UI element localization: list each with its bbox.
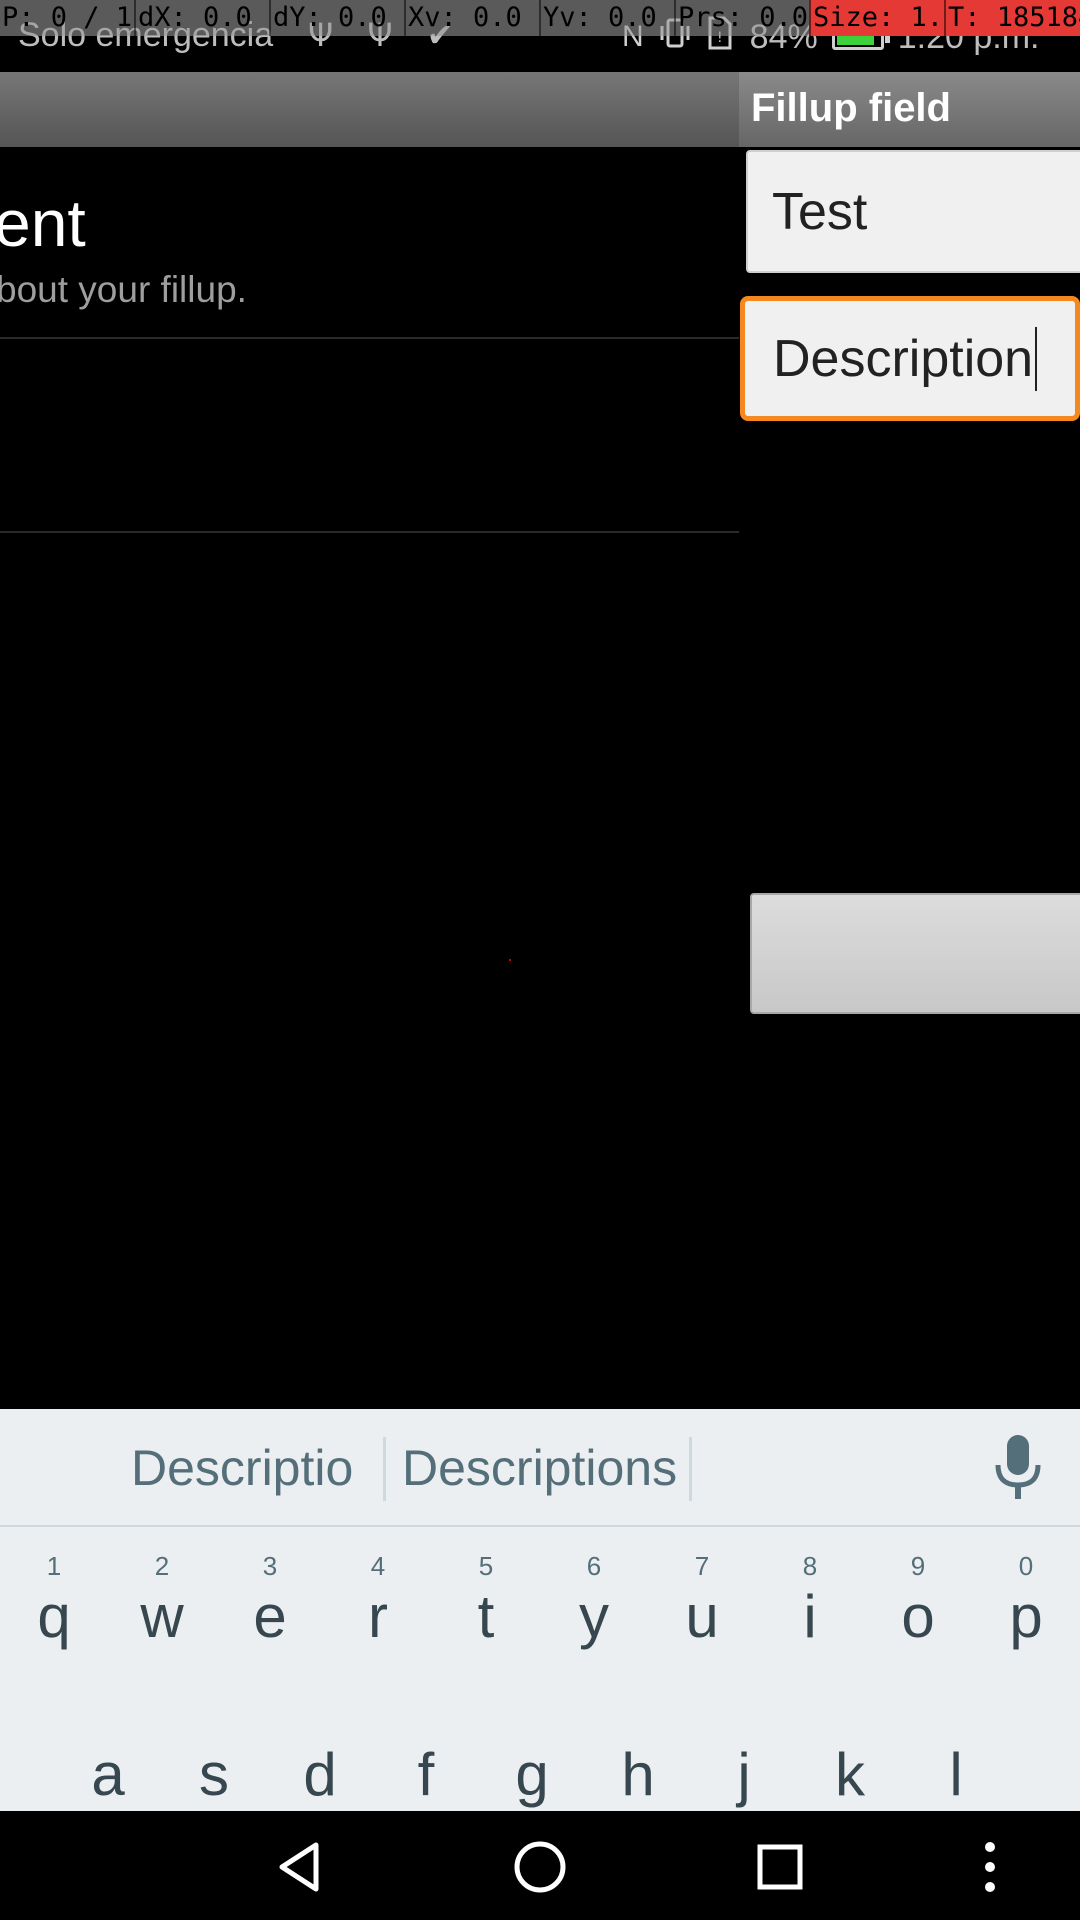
key-l[interactable]: l <box>902 1745 1010 1805</box>
key-s[interactable]: s <box>160 1745 268 1805</box>
key-letter: e <box>253 1583 287 1650</box>
key-o[interactable]: 9o <box>864 1551 972 1647</box>
key-t[interactable]: 5t <box>432 1551 540 1647</box>
home-icon[interactable] <box>510 1837 570 1897</box>
key-hint: 3 <box>262 1551 278 1581</box>
key-hint: 9 <box>910 1551 926 1581</box>
right-app-bar: Fillup field <box>739 72 1080 147</box>
debug-pressure: Prs: 0.0 <box>674 0 809 36</box>
key-i[interactable]: 8i <box>756 1551 864 1647</box>
debug-dy: dY: 0.0 <box>269 0 404 36</box>
key-e[interactable]: 3e <box>216 1551 324 1647</box>
key-letter: u <box>685 1583 719 1650</box>
key-y[interactable]: 6y <box>540 1551 648 1647</box>
key-u[interactable]: 7u <box>648 1551 756 1647</box>
left-pane: ent bout your fillup. <box>0 147 739 1409</box>
key-hint: 6 <box>586 1551 602 1581</box>
microphone-icon[interactable] <box>990 1433 1046 1505</box>
key-hint: 1 <box>46 1551 62 1581</box>
key-hint: 7 <box>694 1551 710 1581</box>
key-a[interactable]: a <box>54 1745 162 1805</box>
key-letter: y <box>579 1583 609 1650</box>
key-r[interactable]: 4r <box>324 1551 432 1647</box>
pointer-debug-overlay: P: 0 / 1 dX: 0.0 dY: 0.0 Xv: 0.0 Yv: 0.0… <box>0 0 1080 36</box>
empty-list-row[interactable] <box>0 339 739 531</box>
debug-time: T: 185184 <box>944 0 1080 36</box>
key-f[interactable]: f <box>372 1745 480 1805</box>
key-letter: s <box>199 1741 229 1808</box>
key-letter: d <box>303 1741 337 1808</box>
action-button[interactable] <box>750 893 1080 1014</box>
pane-subtitle: bout your fillup. <box>0 269 247 310</box>
key-letter: f <box>417 1741 435 1808</box>
description-field[interactable]: Description <box>740 296 1080 421</box>
suggestion-1[interactable]: Descriptio <box>131 1439 353 1497</box>
left-app-bar <box>0 72 739 147</box>
key-letter: p <box>1009 1583 1043 1650</box>
divider <box>0 531 739 533</box>
key-letter: l <box>949 1741 963 1808</box>
key-g[interactable]: g <box>478 1745 586 1805</box>
key-p[interactable]: 0p <box>972 1551 1080 1647</box>
debug-dx: dX: 0.0 <box>134 0 269 36</box>
suggestion-separator <box>383 1437 386 1501</box>
key-h[interactable]: h <box>584 1745 692 1805</box>
key-letter: r <box>368 1583 388 1650</box>
key-letter: j <box>737 1741 751 1808</box>
key-hint: 8 <box>802 1551 818 1581</box>
debug-xv: Xv: 0.0 <box>404 0 539 36</box>
key-letter: g <box>515 1741 549 1808</box>
pane-heading: ent <box>0 186 86 260</box>
fillup-field-title: Fillup field <box>751 86 951 130</box>
key-w[interactable]: 2w <box>108 1551 216 1647</box>
key-hint: 5 <box>478 1551 494 1581</box>
suggestion-separator <box>689 1437 692 1501</box>
key-hint: 4 <box>370 1551 386 1581</box>
key-letter: h <box>621 1741 655 1808</box>
name-field-value: Test <box>772 182 868 241</box>
key-letter: o <box>901 1583 935 1650</box>
back-icon[interactable] <box>270 1837 330 1897</box>
text-caret <box>1035 326 1038 391</box>
key-hint: 0 <box>1018 1551 1034 1581</box>
suggestion-strip: Descriptio Descriptions <box>0 1409 1080 1527</box>
key-letter: w <box>140 1583 184 1650</box>
key-letter: q <box>37 1583 71 1650</box>
debug-size: Size: 1.0 <box>809 0 944 36</box>
key-letter: k <box>835 1741 865 1808</box>
recents-icon[interactable] <box>750 1837 810 1897</box>
key-k[interactable]: k <box>796 1745 904 1805</box>
debug-yv: Yv: 0.0 <box>539 0 674 36</box>
overflow-menu-icon[interactable] <box>960 1837 1020 1897</box>
name-field[interactable]: Test <box>746 150 1080 273</box>
key-q[interactable]: 1q <box>0 1551 108 1647</box>
debug-pointer-count: P: 0 / 1 <box>2 2 133 33</box>
description-field-value: Description <box>773 329 1034 388</box>
key-j[interactable]: j <box>690 1745 798 1805</box>
key-hint: 2 <box>154 1551 170 1581</box>
navigation-bar <box>0 1811 1080 1920</box>
soft-keyboard: 1q2w3e4r5t6y7u8i9o0p asdfghjkl <box>0 1527 1080 1811</box>
touch-dot <box>509 959 511 961</box>
key-d[interactable]: d <box>266 1745 374 1805</box>
suggestion-2[interactable]: Descriptions <box>402 1439 677 1497</box>
key-letter: i <box>803 1583 817 1650</box>
key-letter: t <box>477 1583 495 1650</box>
key-letter: a <box>91 1741 125 1808</box>
